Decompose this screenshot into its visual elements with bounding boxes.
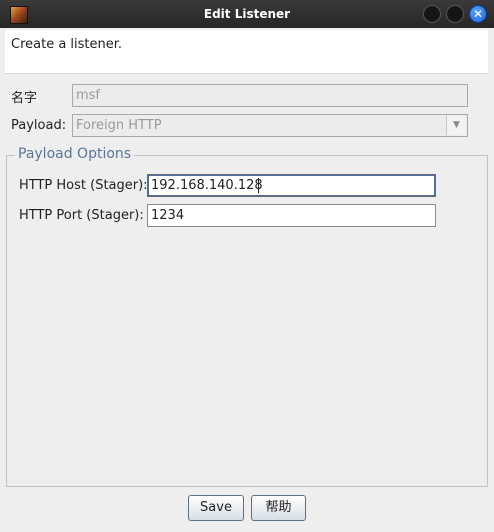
close-button[interactable]: ✕ — [469, 5, 487, 23]
payload-label: Payload: — [11, 118, 67, 133]
description-panel: Create a listener. — [5, 30, 488, 74]
http-host-label: HTTP Host (Stager): — [19, 178, 148, 193]
text-cursor — [258, 178, 259, 193]
minimize-button[interactable] — [423, 5, 441, 23]
payload-selected-value: Foreign HTTP — [76, 118, 162, 133]
save-button[interactable]: Save — [188, 495, 244, 521]
http-port-field[interactable]: 1234 — [147, 204, 436, 227]
http-host-field[interactable]: 192.168.140.128 — [147, 174, 436, 197]
title-bar: Edit Listener ✕ — [0, 0, 494, 28]
edit-listener-window: Edit Listener ✕ Create a listener. 名字 ms… — [0, 0, 494, 532]
window-title: Edit Listener — [203, 7, 291, 21]
help-button[interactable]: 帮助 — [251, 495, 306, 521]
name-label: 名字 — [11, 91, 38, 106]
name-field[interactable]: msf — [72, 84, 468, 107]
chevron-down-icon[interactable]: ▼ — [446, 116, 466, 135]
close-icon: ✕ — [472, 7, 484, 21]
maximize-button[interactable] — [446, 5, 464, 23]
payload-options-title: Payload Options — [15, 146, 135, 162]
http-host-value: 192.168.140.128 — [151, 178, 263, 193]
payload-dropdown[interactable]: Foreign HTTP ▼ — [72, 114, 468, 137]
description-text: Create a listener. — [11, 37, 123, 52]
http-port-label: HTTP Port (Stager): — [19, 208, 144, 223]
